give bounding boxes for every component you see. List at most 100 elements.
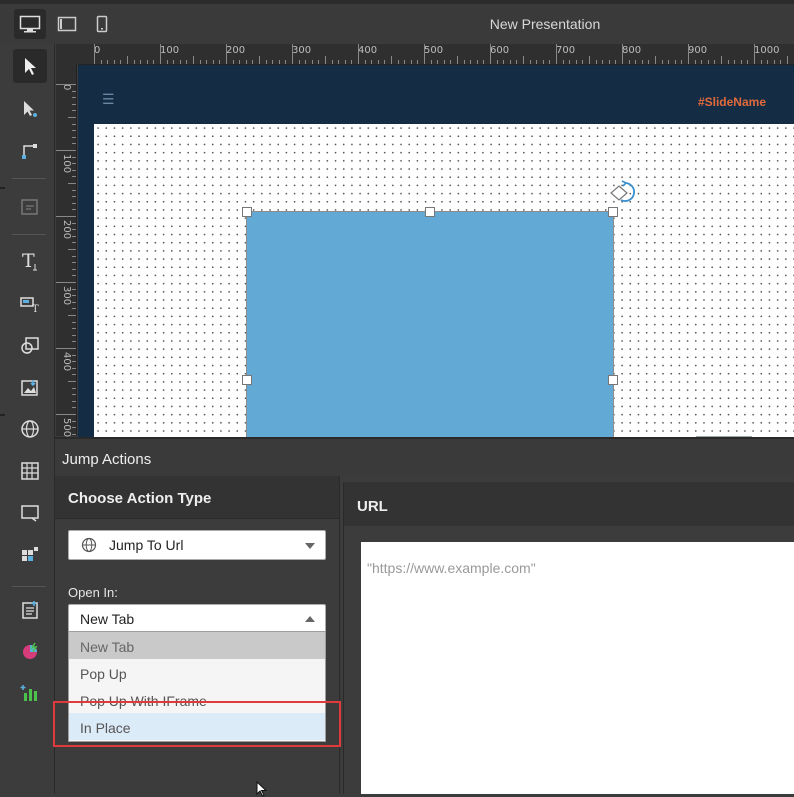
resize-handle[interactable] bbox=[608, 207, 618, 217]
panel-title: Jump Actions bbox=[62, 451, 151, 468]
ruler-tick bbox=[72, 361, 76, 362]
path-tool-button[interactable] bbox=[13, 134, 47, 168]
image-icon bbox=[20, 378, 40, 398]
ruler-tick bbox=[721, 56, 722, 64]
ruler-tick bbox=[338, 60, 339, 64]
url-panel: URL bbox=[343, 482, 794, 794]
text-field-tool-button[interactable]: T bbox=[13, 287, 47, 321]
ruler-tick bbox=[72, 394, 76, 395]
table-tool-button[interactable] bbox=[13, 454, 47, 488]
ruler-tick bbox=[72, 434, 76, 435]
interaction-tool-button[interactable] bbox=[13, 190, 47, 224]
ruler-tick bbox=[596, 60, 597, 64]
ruler-tick bbox=[483, 60, 484, 64]
url-input[interactable] bbox=[361, 542, 793, 594]
choose-action-title: Choose Action Type bbox=[68, 490, 211, 507]
ruler-tick bbox=[358, 44, 359, 64]
ruler-tick bbox=[72, 374, 76, 375]
ruler-tick bbox=[516, 60, 517, 64]
question-tool-button[interactable] bbox=[13, 593, 47, 627]
web-object-tool-button[interactable] bbox=[13, 412, 47, 446]
slide-canvas[interactable]: ☰ #SlideName bbox=[78, 65, 794, 437]
ruler-tick bbox=[543, 60, 544, 64]
ruler-tick bbox=[292, 44, 293, 64]
open-in-dropdown[interactable]: New Tab bbox=[68, 604, 326, 633]
ruler-tick bbox=[147, 60, 148, 64]
chevron-up-icon bbox=[305, 616, 315, 622]
rectangle-shape[interactable] bbox=[246, 211, 614, 437]
image-tool-button[interactable] bbox=[13, 371, 47, 405]
ruler-label: 300 bbox=[61, 286, 72, 305]
ruler-tick bbox=[384, 60, 385, 64]
direct-select-tool-button[interactable] bbox=[13, 92, 47, 126]
chart-tool-button[interactable] bbox=[13, 634, 47, 668]
ruler-tick bbox=[767, 60, 768, 64]
select-tool-button[interactable] bbox=[13, 49, 47, 83]
ruler-tick bbox=[72, 190, 76, 191]
ruler-tick bbox=[398, 60, 399, 64]
ruler-tick bbox=[437, 60, 438, 64]
window-title: New Presentation bbox=[430, 16, 660, 32]
ruler-tick bbox=[371, 60, 372, 64]
ruler-tick bbox=[708, 60, 709, 64]
ruler-tick bbox=[72, 157, 76, 158]
tablet-view-button[interactable] bbox=[51, 9, 83, 39]
ruler-tick bbox=[72, 104, 76, 105]
ruler-tick bbox=[72, 275, 76, 276]
bar-chart-tool-button[interactable] bbox=[13, 676, 47, 710]
ruler-tick bbox=[272, 60, 273, 64]
ruler-tick bbox=[503, 60, 504, 64]
ruler-label: 500 bbox=[424, 45, 443, 56]
option-new-tab[interactable]: New Tab bbox=[69, 632, 325, 659]
ruler-tick bbox=[695, 60, 696, 64]
resize-handle[interactable] bbox=[608, 375, 618, 385]
vertical-ruler[interactable]: 0 100 200 300 400 500 bbox=[56, 64, 77, 436]
ruler-tick bbox=[56, 348, 76, 349]
resize-handle[interactable] bbox=[425, 207, 435, 217]
ruler-tick bbox=[780, 60, 781, 64]
ruler-tick bbox=[477, 60, 478, 64]
ruler-tick bbox=[569, 60, 570, 64]
shape-tool-button[interactable] bbox=[13, 329, 47, 363]
ruler-tick bbox=[72, 110, 76, 111]
url-title: URL bbox=[357, 498, 388, 515]
ruler-tick bbox=[431, 60, 432, 64]
ruler-tick bbox=[72, 256, 76, 257]
ruler-tick bbox=[193, 56, 194, 64]
ruler-tick bbox=[497, 60, 498, 64]
frame-tool-button[interactable] bbox=[13, 496, 47, 530]
ruler-label: 500 bbox=[61, 418, 72, 437]
menu-icon[interactable]: ☰ bbox=[102, 91, 115, 108]
action-type-dropdown[interactable]: Jump To Url bbox=[68, 530, 326, 560]
mobile-view-button[interactable] bbox=[86, 9, 118, 39]
rotate-handle-icon[interactable] bbox=[610, 178, 640, 208]
toolbar-separator bbox=[12, 234, 46, 235]
widget-tool-button[interactable] bbox=[13, 538, 47, 572]
text-tool-button[interactable]: T bbox=[13, 244, 47, 278]
ruler-tick bbox=[351, 60, 352, 64]
ruler-tick bbox=[173, 60, 174, 64]
svg-text:T: T bbox=[32, 304, 39, 314]
mouse-cursor-icon bbox=[256, 781, 270, 797]
ruler-tick bbox=[523, 56, 524, 64]
ruler-tick bbox=[140, 60, 141, 64]
bar-chart-icon bbox=[20, 683, 40, 703]
ruler-tick bbox=[127, 56, 128, 64]
ruler-tick bbox=[648, 60, 649, 64]
resize-handle[interactable] bbox=[242, 207, 252, 217]
ruler-tick bbox=[549, 60, 550, 64]
option-pop-up[interactable]: Pop Up bbox=[69, 659, 325, 686]
desktop-view-button[interactable] bbox=[14, 9, 46, 39]
ruler-tick bbox=[72, 176, 76, 177]
ruler-tick bbox=[153, 60, 154, 64]
ruler-tick bbox=[457, 56, 458, 64]
ruler-tick bbox=[470, 60, 471, 64]
resize-handle[interactable] bbox=[242, 375, 252, 385]
ruler-tick bbox=[120, 60, 121, 64]
monitor-icon bbox=[19, 15, 41, 33]
action-type-value: Jump To Url bbox=[109, 537, 183, 553]
ruler-tick bbox=[72, 130, 76, 131]
ruler-tick bbox=[246, 60, 247, 64]
horizontal-ruler[interactable]: 0 100 200 300 400 500 600 700 800 900 10… bbox=[78, 44, 794, 65]
ruler-tick bbox=[259, 56, 260, 64]
